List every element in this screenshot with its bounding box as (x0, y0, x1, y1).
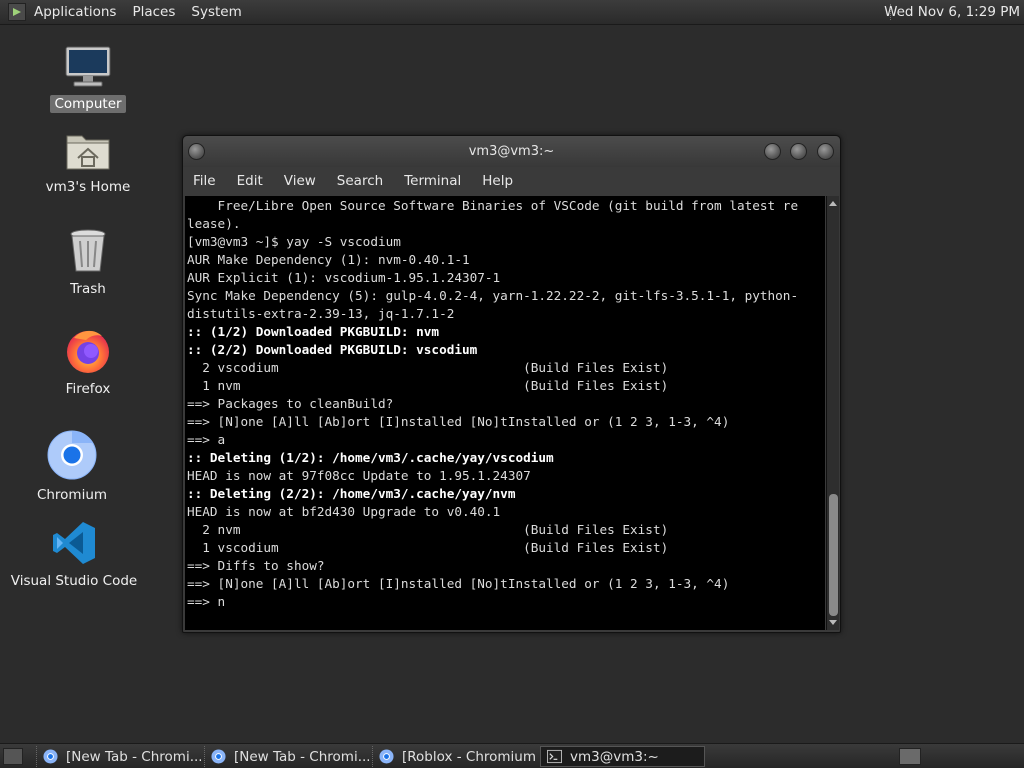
scroll-up-icon[interactable] (829, 201, 837, 206)
home-folder-icon (66, 135, 110, 170)
menu-edit[interactable]: Edit (237, 173, 263, 189)
trash-icon (70, 229, 106, 272)
menu-file[interactable]: File (193, 173, 216, 189)
workspace-switcher[interactable] (899, 748, 921, 765)
places-menu[interactable]: Places (132, 4, 175, 20)
taskbar-item[interactable]: [New Tab - Chromi... (204, 746, 369, 767)
terminal-line: ==> Diffs to show? (187, 558, 325, 573)
terminal-line: ==> [N]one [A]ll [Ab]ort [I]nstalled [No… (187, 576, 730, 591)
terminal-line: Free/Libre Open Source Software Binaries… (187, 198, 799, 213)
terminal-line: :: (2/2) Downloaded PKGBUILD: vscodium (187, 342, 478, 357)
show-desktop-button[interactable] (3, 748, 23, 765)
vscode-icon (53, 522, 95, 564)
terminal-line: :: (1/2) Downloaded PKGBUILD: nvm (187, 324, 440, 339)
terminal-line: ==> [N]one [A]ll [Ab]ort [I]nstalled [No… (187, 414, 730, 429)
terminal-line: :: Deleting (1/2): /home/vm3/.cache/yay/… (187, 450, 554, 465)
taskbar-item-label: [New Tab - Chromi... (66, 748, 201, 765)
applications-menu[interactable]: Applications (34, 4, 116, 20)
terminal-line: 2 nvm (Build Files Exist) (187, 522, 669, 537)
terminal-menubar: File Edit View Search Terminal Help (183, 167, 840, 195)
chromium-icon (211, 749, 226, 764)
desktop-icon-label: Chromium (36, 487, 108, 503)
terminal-scrollbar[interactable] (826, 196, 839, 630)
desktop-icon-chromium[interactable]: Chromium (2, 430, 142, 504)
menu-view[interactable]: View (284, 173, 316, 189)
chromium-icon (379, 749, 394, 764)
firefox-icon (67, 330, 109, 373)
menu-help[interactable]: Help (482, 173, 513, 189)
maximize-button[interactable] (790, 143, 807, 160)
terminal-line: AUR Make Dependency (1): nvm-0.40.1-1 (187, 252, 470, 267)
terminal-line: 1 vscodium (Build Files Exist) (187, 540, 669, 555)
terminal-line: AUR Explicit (1): vscodium-1.95.1.24307-… (187, 270, 501, 285)
desktop-icon-vscode[interactable]: Visual Studio Code (4, 520, 144, 590)
taskbar-item-label: [New Tab - Chromi... (234, 748, 369, 765)
desktop-icon-home[interactable]: vm3's Home (18, 128, 158, 196)
terminal-line: distutils-extra-2.39-13, jq-1.7.1-2 (187, 306, 455, 321)
terminal-line: 2 vscodium (Build Files Exist) (187, 360, 669, 375)
system-menu[interactable]: System (191, 4, 241, 20)
chromium-icon (47, 430, 97, 480)
taskbar-item-label: vm3@vm3:~ (570, 748, 659, 765)
bottom-panel: [New Tab - Chromi... [New Tab - Chromi..… (0, 743, 1024, 768)
taskbar-item[interactable]: [New Tab - Chromi... (36, 746, 201, 767)
desktop-icon-firefox[interactable]: Firefox (18, 326, 158, 398)
scroll-down-icon[interactable] (829, 620, 837, 625)
terminal-icon (547, 749, 562, 764)
clock[interactable]: Wed Nov 6, 1:29 PM (884, 4, 1020, 20)
taskbar-item[interactable]: [Roblox - Chromium] (372, 746, 537, 767)
terminal-line: HEAD is now at 97f08cc Update to 1.95.1.… (187, 468, 531, 483)
menu-search[interactable]: Search (337, 173, 383, 189)
computer-icon (65, 46, 111, 87)
terminal-line: HEAD is now at bf2d430 Upgrade to v0.40.… (187, 504, 501, 519)
desktop-icon-trash[interactable]: Trash (18, 228, 158, 298)
menu-terminal[interactable]: Terminal (404, 173, 461, 189)
close-button[interactable] (817, 143, 834, 160)
desktop-icon-label: Computer (50, 95, 126, 113)
window-titlebar[interactable]: vm3@vm3:~ (183, 136, 840, 167)
terminal-line: 1 nvm (Build Files Exist) (187, 378, 669, 393)
desktop-icon-label: Trash (70, 281, 106, 297)
terminal-line: ==> Packages to cleanBuild? (187, 396, 394, 411)
terminal-line: [vm3@vm3 ~]$ yay -S vscodium (187, 234, 401, 249)
taskbar-item-label: [Roblox - Chromium] (402, 748, 537, 765)
desktop-icon-label: vm3's Home (45, 179, 131, 195)
terminal-line: :: Deleting (2/2): /home/vm3/.cache/yay/… (187, 486, 516, 501)
taskbar-item-active[interactable]: vm3@vm3:~ (540, 746, 705, 767)
terminal-line: ==> n (187, 594, 226, 609)
chromium-icon (43, 749, 58, 764)
terminal-line: Sync Make Dependency (5): gulp-4.0.2-4, … (187, 288, 799, 303)
minimize-button[interactable] (764, 143, 781, 160)
scrollbar-thumb[interactable] (829, 494, 838, 616)
window-title: vm3@vm3:~ (468, 144, 555, 159)
top-panel: Applications Places System Wed Nov 6, 1:… (0, 0, 1024, 25)
desktop-icon-computer[interactable]: Computer (18, 45, 158, 113)
terminal-line: lease). (187, 216, 241, 231)
main-menu-icon[interactable] (8, 3, 26, 21)
window-menu-button[interactable] (188, 143, 205, 160)
terminal-line: ==> a (187, 432, 226, 447)
terminal-output[interactable]: Free/Libre Open Source Software Binaries… (185, 196, 825, 630)
terminal-window[interactable]: vm3@vm3:~ File Edit View Search Terminal… (182, 135, 841, 633)
desktop-icon-label: Visual Studio Code (10, 573, 138, 589)
desktop-icon-label: Firefox (65, 381, 111, 397)
